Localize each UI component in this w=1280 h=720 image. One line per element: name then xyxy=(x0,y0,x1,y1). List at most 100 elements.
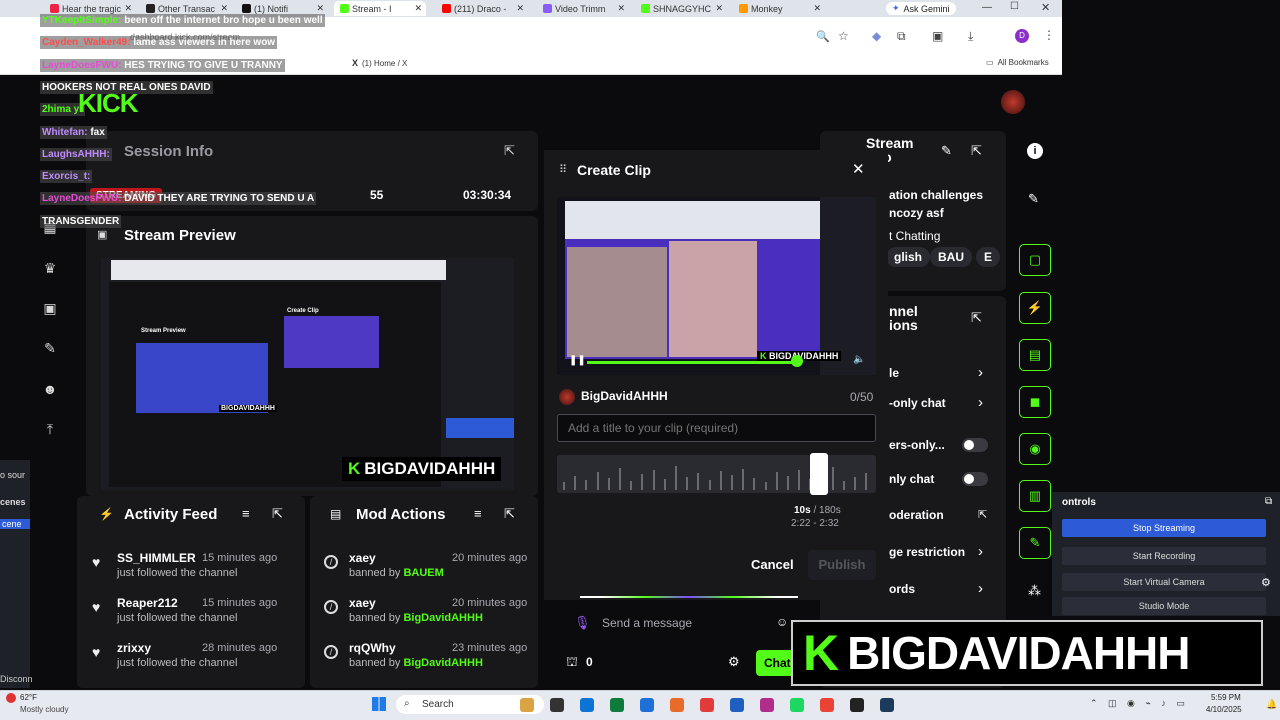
users-icon[interactable]: ☻ xyxy=(41,381,59,397)
browser-tab[interactable]: Monkey ✕ xyxy=(733,1,825,16)
channel-action-label[interactable]: nly chat xyxy=(889,472,934,486)
taskview-icon[interactable] xyxy=(550,698,564,712)
notes-icon[interactable]: ▤ xyxy=(1019,339,1051,371)
extensions-puzzle-icon[interactable]: ⧉ xyxy=(897,29,906,44)
app-icon[interactable] xyxy=(730,698,744,712)
minimize-button[interactable]: — xyxy=(982,2,992,13)
stream-preview-video[interactable]: Stream Preview Create Clip BIGDAVIDAHHH xyxy=(101,258,514,490)
explorer-icon[interactable] xyxy=(610,698,624,712)
clip-progress-knob[interactable] xyxy=(791,355,803,367)
notification-icon[interactable]: 🔔 xyxy=(1266,699,1277,710)
channel-action-label[interactable]: oderation xyxy=(889,508,944,522)
tab-close-icon[interactable]: ✕ xyxy=(516,3,524,14)
obs-gear-icon[interactable]: ⚙ xyxy=(1261,576,1271,589)
steam-icon[interactable] xyxy=(880,698,894,712)
github-icon[interactable] xyxy=(850,698,864,712)
clip-progress[interactable] xyxy=(587,361,797,364)
channel-action-label[interactable]: -only chat xyxy=(889,396,946,410)
browser-menu-icon[interactable]: ⋮ xyxy=(1043,28,1055,42)
start-icon[interactable] xyxy=(372,697,386,711)
obs-icon[interactable] xyxy=(760,698,774,712)
chat-bubble-icon[interactable]: ◼ xyxy=(1019,386,1051,418)
tool-icon[interactable]: ✎ xyxy=(1019,527,1051,559)
mic-icon[interactable]: 🎙 xyxy=(574,615,591,631)
photos-icon[interactable] xyxy=(670,698,684,712)
layers-icon[interactable]: ▥ xyxy=(1019,480,1051,512)
all-bookmarks[interactable]: ▭ All Bookmarks xyxy=(986,58,1049,67)
obs-control-button[interactable]: Stop Streaming xyxy=(1062,519,1266,537)
edit-icon[interactable]: ✎ xyxy=(941,143,952,159)
info-icon[interactable]: i xyxy=(1027,143,1043,159)
mod-action-by[interactable]: BigDavidAHHH xyxy=(403,612,482,624)
pause-icon[interactable]: ❚❚ xyxy=(569,355,586,366)
store-icon[interactable] xyxy=(640,698,654,712)
clip-timeline-handle[interactable] xyxy=(810,453,828,495)
cancel-button[interactable]: Cancel xyxy=(751,557,794,572)
clip-video[interactable]: K BIGDAVIDAHHH ❚❚ 🔈 xyxy=(557,197,876,375)
chat-input[interactable]: 🎙 Send a message ☺ xyxy=(560,607,800,639)
tray-icons[interactable]: ⌃ ◫ ◉ ⌁ ♪ ▭ xyxy=(1090,698,1189,709)
weather-icon[interactable] xyxy=(6,693,16,703)
lightning-icon[interactable]: ⚡ xyxy=(1019,292,1051,324)
obs-popout-icon[interactable]: ⧉ xyxy=(1265,496,1272,507)
bookmark-x[interactable]: X (1) Home / X xyxy=(352,58,407,68)
drag-handle-icon[interactable]: ⠿ xyxy=(559,163,567,176)
obs-scene-item[interactable]: cene xyxy=(0,519,30,529)
obs-control-button[interactable]: Start Virtual Camera xyxy=(1062,573,1266,591)
clip-timeline[interactable] xyxy=(557,455,876,493)
channel-action-label[interactable]: le xyxy=(889,366,899,380)
tab-search-icon[interactable]: ▣ xyxy=(932,29,943,43)
toggle-switch[interactable] xyxy=(962,438,988,452)
browser-tab[interactable]: Stream - I ✕ xyxy=(334,1,426,16)
profile-avatar[interactable]: D xyxy=(1015,29,1029,43)
external-link-icon[interactable]: ⇱ xyxy=(978,508,987,521)
browser-tab[interactable]: (211) Draco - ✕ xyxy=(436,1,528,16)
chevron-right-icon[interactable]: › xyxy=(978,364,983,381)
pencil-icon[interactable]: ✎ xyxy=(1028,191,1039,207)
chevron-right-icon[interactable]: › xyxy=(978,394,983,411)
chevron-right-icon[interactable]: › xyxy=(978,543,983,560)
tab-close-icon[interactable]: ✕ xyxy=(715,3,723,14)
maximize-button[interactable]: ☐ xyxy=(1010,1,1019,12)
mod-filter-icon[interactable]: ≡ xyxy=(474,506,482,521)
widgets-icon[interactable] xyxy=(520,698,534,712)
mod-popout-icon[interactable]: ⇱ xyxy=(504,506,515,522)
nodes-icon[interactable]: ⁂ xyxy=(1028,583,1041,599)
tab-close-icon[interactable]: ✕ xyxy=(813,3,821,14)
publish-button[interactable]: Publish xyxy=(808,550,876,580)
upload-icon[interactable]: ⤒ xyxy=(41,421,59,437)
video-icon[interactable]: ▣ xyxy=(41,300,59,316)
chat-settings-icon[interactable]: ⚙ xyxy=(728,654,740,670)
broadcast-icon[interactable]: ◉ xyxy=(1019,433,1051,465)
tab-close-icon[interactable]: ✕ xyxy=(414,3,422,14)
obs-control-button[interactable]: Studio Mode xyxy=(1062,597,1266,615)
close-window-button[interactable]: ✕ xyxy=(1041,1,1050,14)
clip-title-input[interactable] xyxy=(557,414,876,442)
edge-icon[interactable] xyxy=(580,698,594,712)
volume-icon[interactable]: 🔈 xyxy=(853,354,865,365)
chrome-icon[interactable] xyxy=(820,698,834,712)
stream-info-popout-icon[interactable]: ⇱ xyxy=(971,143,982,159)
browser-tab[interactable]: Video Trimm ✕ xyxy=(537,1,629,16)
obs-control-button[interactable]: Start Recording xyxy=(1062,547,1266,565)
channel-action-label[interactable]: ge restriction xyxy=(889,545,965,559)
zoom-icon[interactable]: 🔍 xyxy=(816,30,830,43)
ask-gemini-button[interactable]: ✦ Ask Gemini xyxy=(886,2,956,15)
channel-action-label[interactable]: ords xyxy=(889,582,915,596)
channel-action-label[interactable]: ers-only... xyxy=(889,438,945,452)
close-modal-icon[interactable]: ✕ xyxy=(852,160,865,178)
tab-close-icon[interactable]: ✕ xyxy=(617,3,625,14)
toggle-switch[interactable] xyxy=(962,472,988,486)
emoji-icon[interactable]: ☺ xyxy=(776,615,788,629)
download-icon[interactable]: ⤓ xyxy=(968,29,973,44)
browser-tab[interactable]: SHNAGGYHC ✕ xyxy=(635,1,727,16)
user-avatar[interactable] xyxy=(1001,90,1025,114)
chevron-right-icon[interactable]: › xyxy=(978,580,983,597)
popout-icon[interactable]: ⇱ xyxy=(504,143,515,159)
mod-action-by[interactable]: BAUEM xyxy=(403,567,443,579)
activity-popout-icon[interactable]: ⇱ xyxy=(272,506,283,522)
channel-actions-popout-icon[interactable]: ⇱ xyxy=(971,310,982,326)
filter-icon[interactable]: ≡ xyxy=(242,506,250,521)
spotify-icon[interactable] xyxy=(790,698,804,712)
firefox-icon[interactable] xyxy=(700,698,714,712)
